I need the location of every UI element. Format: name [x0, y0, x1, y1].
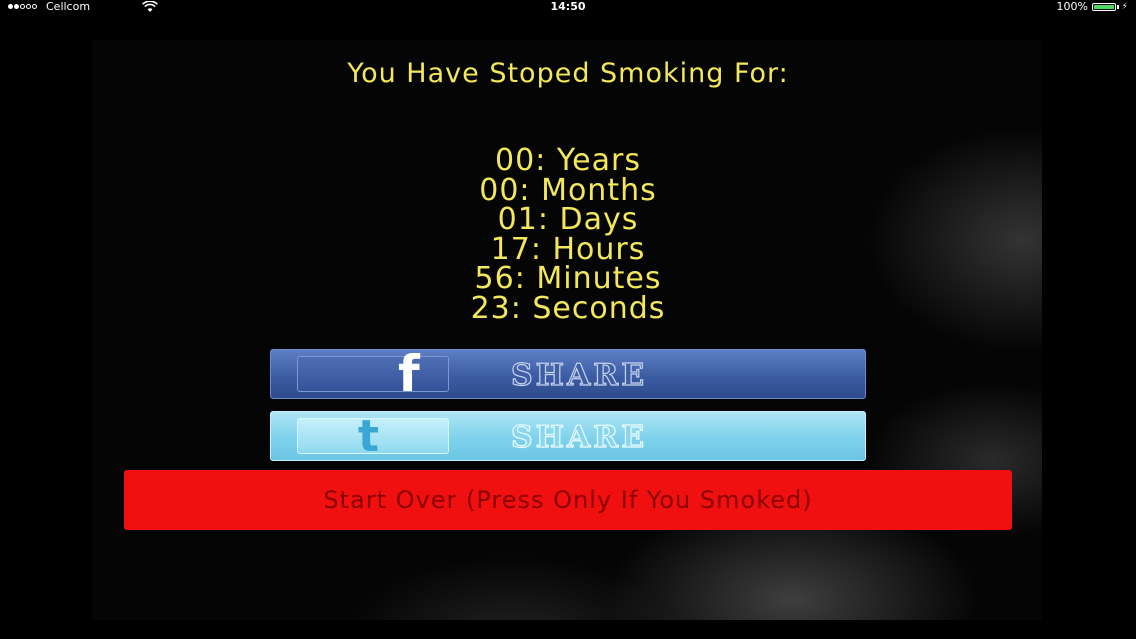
- timer-years: 00: Years: [495, 143, 641, 178]
- facebook-icon: f: [398, 345, 420, 403]
- twitter-share-button[interactable]: t SHARE: [270, 411, 866, 461]
- timer-months: 00: Months: [479, 172, 657, 208]
- timer-hours: 17: Hours: [490, 231, 646, 267]
- facebook-logo-box: f: [297, 349, 449, 399]
- twitter-icon: t: [358, 411, 380, 462]
- app-screen: Cellcom 14:50 100% ⚡ You Have Stoped Smo…: [0, 0, 1136, 639]
- timer-minutes: 56: Minutes: [474, 261, 662, 297]
- status-bar: Cellcom 14:50 100% ⚡: [0, 0, 1136, 14]
- facebook-share-button[interactable]: f SHARE: [270, 349, 866, 399]
- start-over-button[interactable]: Start Over (Press Only If You Smoked): [124, 470, 1012, 530]
- quit-timer: 00: Years 00: Months 01: Days 17: Hours …: [0, 146, 1136, 324]
- timer-seconds: 23: Seconds: [470, 290, 666, 326]
- timer-days: 01: Days: [497, 202, 639, 238]
- charging-bolt-icon: ⚡: [1121, 2, 1128, 12]
- facebook-share-label: SHARE: [510, 357, 648, 393]
- battery-nub: [1117, 5, 1119, 9]
- headline: You Have Stoped Smoking For:: [347, 58, 789, 89]
- twitter-share-label: SHARE: [510, 419, 648, 455]
- twitter-logo-box: t: [297, 415, 449, 459]
- battery-icon: [1092, 3, 1116, 11]
- smoke-background: [92, 40, 1042, 620]
- battery-percent: 100%: [1056, 0, 1088, 13]
- status-clock: 14:50: [550, 0, 586, 13]
- battery-level: [1094, 5, 1114, 9]
